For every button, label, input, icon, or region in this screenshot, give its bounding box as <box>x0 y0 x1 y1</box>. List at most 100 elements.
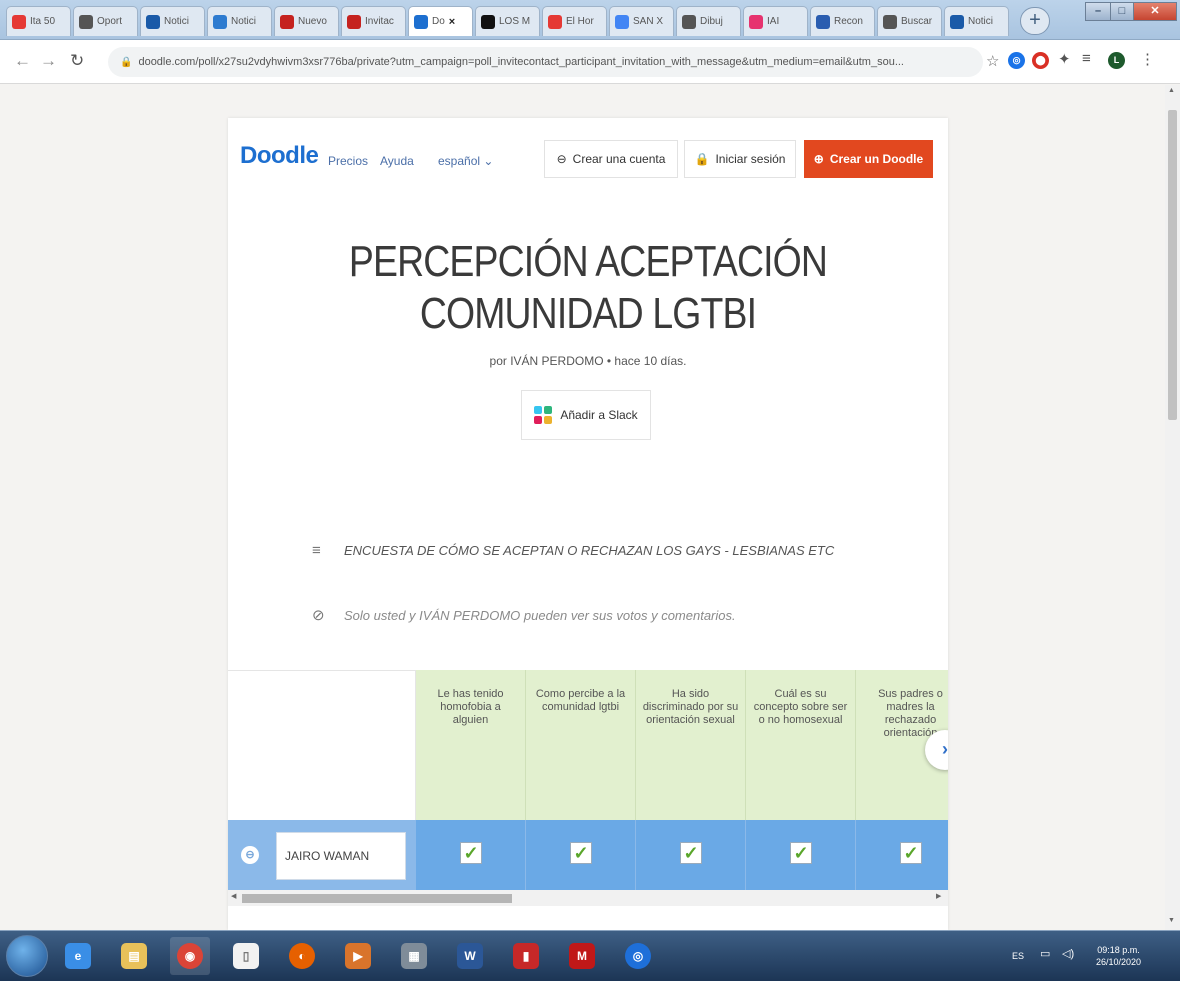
browser-tab[interactable]: Notici <box>140 6 205 36</box>
maximize-button[interactable]: □ <box>1110 2 1134 21</box>
participant-name-cell: ⊖ JAIRO WAMAN <box>228 820 416 890</box>
scroll-up-icon[interactable]: ▲ <box>1168 87 1175 94</box>
table-scrollbar-thumb[interactable] <box>242 894 512 903</box>
taskbar-app-red[interactable]: ▮ <box>506 937 546 975</box>
doodle-logo[interactable]: Doodle <box>240 142 319 170</box>
network-icon[interactable]: ▭ <box>1040 948 1050 960</box>
vote-cell[interactable]: ✓ <box>856 820 948 890</box>
scroll-down-icon[interactable]: ▼ <box>1168 917 1175 924</box>
taskbar-firefox[interactable]: ◐ <box>282 937 322 975</box>
checkbox-checked-icon[interactable]: ✓ <box>790 842 812 864</box>
scroll-left-icon[interactable]: ◀ <box>231 892 236 900</box>
add-to-slack-button[interactable]: Añadir a Slack <box>521 390 651 440</box>
browser-tab[interactable]: Do × <box>408 6 473 36</box>
browser-tab[interactable]: LOS M <box>475 6 540 36</box>
poll-description: ≡ ENCUESTA DE CÓMO SE ACEPTAN O RECHAZAN… <box>312 542 834 559</box>
address-bar[interactable]: 🔒 doodle.com/poll/x27su2vdyhwivm3xsr776b… <box>108 47 983 77</box>
page-scrollbar[interactable]: ▲ ▼ <box>1165 85 1180 930</box>
clock-date: 26/10/2020 <box>1096 957 1142 967</box>
tab-title: Nuevo <box>298 16 327 27</box>
browser-toolbar: ← → ↻ 🔒 doodle.com/poll/x27su2vdyhwivm3x… <box>0 40 1180 84</box>
close-tab-icon[interactable]: × <box>449 16 455 28</box>
browser-tab[interactable]: Nuevo <box>274 6 339 36</box>
reload-icon[interactable]: ↻ <box>70 51 84 71</box>
menu-kebab-icon[interactable]: ⋮ <box>1140 50 1155 68</box>
start-button[interactable] <box>6 935 48 977</box>
new-tab-button[interactable]: + <box>1020 7 1050 35</box>
login-button[interactable]: 🔒 Iniciar sesión <box>684 140 796 178</box>
checkbox-checked-icon[interactable]: ✓ <box>570 842 592 864</box>
browser-tab[interactable]: IAI <box>743 6 808 36</box>
taskbar-app[interactable]: ▦ <box>394 937 434 975</box>
checkbox-checked-icon[interactable]: ✓ <box>460 842 482 864</box>
table-horizontal-scrollbar[interactable]: ◀ ▶ <box>228 890 948 906</box>
minimize-button[interactable]: – <box>1085 2 1111 21</box>
folder-icon: ▤ <box>121 943 147 969</box>
close-window-button[interactable]: ✕ <box>1133 2 1177 21</box>
scroll-right-icon[interactable]: ▶ <box>936 892 941 900</box>
checkbox-checked-icon[interactable]: ✓ <box>680 842 702 864</box>
browser-tab[interactable]: Invitac <box>341 6 406 36</box>
taskbar-word[interactable]: W <box>450 937 490 975</box>
tab-title: Recon <box>834 16 863 27</box>
taskbar-explorer[interactable]: ▤ <box>114 937 154 975</box>
browser-tab[interactable]: Oport <box>73 6 138 36</box>
chevron-right-icon: › <box>942 739 948 759</box>
chrome-icon: ◉ <box>177 943 203 969</box>
browser-tab[interactable]: SAN X <box>609 6 674 36</box>
slack-button-label: Añadir a Slack <box>560 408 638 422</box>
vote-cell[interactable]: ✓ <box>636 820 746 890</box>
language-select[interactable]: español ⌄ <box>438 154 493 168</box>
taskbar-ie[interactable]: e <box>58 937 98 975</box>
doodle-poll-card: Doodle Precios Ayuda español ⌄ ⊖ Crear u… <box>228 118 948 930</box>
back-icon[interactable]: ← <box>14 51 31 71</box>
tab-title: Ita 50 <box>30 16 56 27</box>
participant-name-input[interactable]: JAIRO WAMAN <box>276 832 406 880</box>
scrollbar-thumb[interactable] <box>1168 110 1177 420</box>
chrome-icon <box>883 14 897 29</box>
browser-tab[interactable]: Ita 50 <box>6 6 71 36</box>
browser-tab[interactable]: El Hor <box>542 6 607 36</box>
language-indicator[interactable]: ES <box>1012 950 1024 962</box>
description-text: ENCUESTA DE CÓMO SE ACEPTAN O RECHAZAN L… <box>344 543 835 558</box>
clock[interactable]: 09:18 p.m. 26/10/2020 <box>1096 944 1141 968</box>
extension-icon[interactable]: ◎ <box>1008 52 1025 69</box>
taskbar-app-blue[interactable]: ◎ <box>618 937 658 975</box>
browser-tab[interactable]: Recon <box>810 6 875 36</box>
browser-tab[interactable]: Notici <box>944 6 1009 36</box>
create-doodle-button[interactable]: ⊕ Crear un Doodle <box>804 140 933 178</box>
calculator-icon: ▦ <box>401 943 427 969</box>
vote-cell[interactable]: ✓ <box>526 820 636 890</box>
taskbar-chrome[interactable]: ◉ <box>170 937 210 975</box>
browser-tab[interactable]: Buscar <box>877 6 942 36</box>
nav-precios[interactable]: Precios <box>328 154 368 168</box>
nav-ayuda[interactable]: Ayuda <box>380 154 414 168</box>
mcafee-icon: M <box>569 943 595 969</box>
checkbox-checked-icon[interactable]: ✓ <box>900 842 922 864</box>
description-lines-icon: ≡ <box>312 542 321 559</box>
privacy-text: Solo usted y IVÁN PERDOMO pueden ver sus… <box>344 607 736 623</box>
extension-badge-icon[interactable]: ⬤ <box>1032 52 1049 69</box>
option-column: Le has tenido homofobia a alguien <box>416 670 526 820</box>
media-player-icon: ▶ <box>345 943 371 969</box>
pin-icon[interactable]: ✦ <box>1058 50 1071 68</box>
create-account-button[interactable]: ⊖ Crear una cuenta <box>544 140 678 178</box>
tab-title: El Hor <box>566 16 594 27</box>
poll-options-header: Le has tenido homofobia a alguien Como p… <box>228 670 948 820</box>
reading-list-icon[interactable]: ≡ <box>1082 50 1091 67</box>
vote-cell[interactable]: ✓ <box>746 820 856 890</box>
taskbar-mcafee[interactable]: M <box>562 937 602 975</box>
browser-tab[interactable]: Dibuj <box>676 6 741 36</box>
profile-avatar[interactable]: L <box>1108 52 1125 69</box>
forward-icon[interactable]: → <box>40 51 57 71</box>
create-doodle-label: Crear un Doodle <box>829 152 924 166</box>
taskbar-notepad[interactable]: ▯ <box>226 937 266 975</box>
bookmark-star-icon[interactable]: ☆ <box>986 52 999 70</box>
browser-tab[interactable]: Notici <box>207 6 272 36</box>
volume-icon[interactable]: ◁) <box>1062 948 1074 960</box>
login-label: Iniciar sesión <box>715 152 786 166</box>
vote-cell[interactable]: ✓ <box>416 820 526 890</box>
poll-title-line2: COMUNIDAD LGTBI <box>419 289 757 338</box>
taskbar-media[interactable]: ▶ <box>338 937 378 975</box>
poll-title-line1: PERCEPCIÓN ACEPTACIÓN <box>348 237 828 286</box>
